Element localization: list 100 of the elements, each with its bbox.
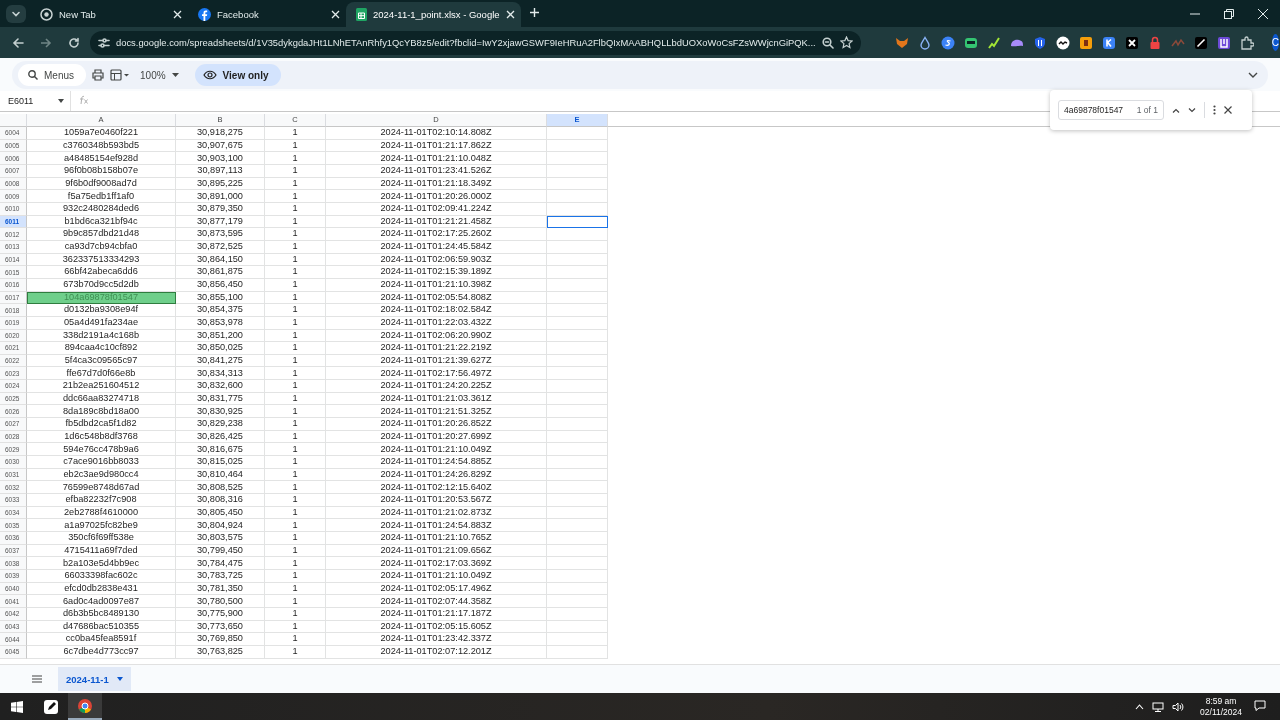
browser-tab[interactable]: New Tab [30, 2, 188, 27]
empty-cell [547, 456, 608, 469]
spreadsheet-icon[interactable] [356, 8, 367, 21]
globe-icon[interactable] [40, 8, 53, 21]
profile-avatar[interactable]: C [1271, 34, 1279, 51]
table-cell: 1 [265, 633, 326, 646]
search-icon[interactable] [28, 70, 38, 80]
bracket-icon[interactable] [1216, 35, 1231, 50]
browser-tab[interactable]: Facebook [188, 2, 346, 27]
table-cell: 2024-11-01T01:20:53.567Z [326, 494, 547, 507]
star-icon[interactable] [839, 36, 853, 49]
menu-icon[interactable] [32, 675, 42, 683]
table-cell: 30,799,450 [176, 544, 265, 558]
table-cell: 30,872,525 [176, 240, 265, 254]
browser-tab[interactable]: 2024-11-1_point.xlsx - Google [346, 2, 521, 27]
collapse-caret-icon[interactable] [1248, 72, 1258, 78]
table-cell: 2024-11-01T02:17:25.260Z [326, 228, 547, 241]
table-cell: 2024-11-01T02:05:54.808Z [326, 291, 547, 305]
empty-cell [547, 380, 608, 393]
table-cell: 2024-11-01T02:10:14.808Z [326, 127, 547, 140]
more-icon[interactable] [1213, 105, 1216, 115]
table-cell: 30,918,275 [176, 127, 265, 140]
table-cell: f5a75edb1ff1af0 [27, 190, 176, 203]
table-cell: 21b2ea251604512 [27, 380, 176, 393]
chevron-up-icon[interactable] [1135, 703, 1145, 710]
table-cell: 1 [265, 418, 326, 431]
table-cell: 1 [265, 532, 326, 545]
empty-cell [547, 582, 608, 596]
table-cell: 30,810,464 [176, 468, 265, 482]
table-cell: 1 [265, 456, 326, 469]
table-cell: 96f0b08b158b07e [27, 164, 176, 178]
table-cell: 30,895,225 [176, 177, 265, 191]
zoom-dropdown[interactable]: 100% [136, 69, 183, 81]
table-cell: 1 [265, 228, 326, 241]
table-cell: 2024-11-01T01:21:18.349Z [326, 177, 547, 191]
name-box[interactable]: E6011 [0, 91, 71, 111]
reload-icon[interactable] [68, 36, 80, 49]
facebook-icon[interactable] [198, 8, 211, 21]
chart-icon[interactable] [986, 35, 1001, 50]
swirl-icon[interactable] [940, 35, 955, 50]
puzzle-icon[interactable] [1239, 35, 1254, 50]
table-cell: 30,826,425 [176, 430, 265, 444]
table-cell: 1 [265, 392, 326, 406]
volume-icon[interactable] [1172, 701, 1185, 712]
fox-icon[interactable] [894, 35, 909, 50]
network-icon[interactable] [1152, 701, 1165, 712]
find-field[interactable]: 4a69878f01547 1 of 1 [1058, 100, 1164, 120]
table-cell: 30,897,113 [176, 164, 265, 178]
table-cell: 1 [265, 266, 326, 279]
pen-app-icon[interactable] [44, 699, 58, 714]
function-icon [79, 95, 89, 105]
table-cell: 2024-11-01T01:21:10.049Z [326, 443, 547, 457]
back-icon[interactable] [12, 36, 24, 49]
site-settings-icon[interactable] [98, 36, 110, 49]
view-only-button[interactable]: View only [194, 64, 281, 86]
table-cell: 1 [265, 595, 326, 608]
table-cell: 30,879,350 [176, 202, 265, 216]
up-icon[interactable] [1172, 107, 1180, 113]
empty-cell [547, 418, 608, 431]
sheet-tab[interactable]: 2024-11-1 [58, 667, 131, 691]
cross-icon[interactable] [1124, 35, 1139, 50]
empty-cell [547, 532, 608, 545]
selected-cell[interactable] [547, 215, 608, 229]
close-icon[interactable] [1224, 106, 1232, 114]
table-cell: 2024-11-01T01:24:26.829Z [326, 468, 547, 482]
table-cell: 30,832,600 [176, 380, 265, 393]
k-icon[interactable] [1101, 35, 1116, 50]
table-cell: c7ace9016bb8033 [27, 456, 176, 469]
table-cell: 05a4d491fa234ae [27, 316, 176, 330]
table-cell: 30,855,100 [176, 291, 265, 305]
shield-icon[interactable] [1032, 35, 1047, 50]
table-cell: d6b3b5bc8489130 [27, 607, 176, 621]
table-cell: 2024-11-01T02:12:15.640Z [326, 481, 547, 495]
print-icon[interactable] [92, 69, 104, 81]
format-dropdown-icon[interactable] [110, 69, 130, 81]
chrome-icon[interactable] [78, 698, 92, 713]
table-cell: 2024-11-01T01:24:45.584Z [326, 240, 547, 254]
wave-icon[interactable] [1055, 35, 1070, 50]
forward-icon [40, 36, 52, 49]
table-cell: 1 [265, 177, 326, 191]
table-cell: 30,781,350 [176, 582, 265, 596]
notification-icon[interactable] [1254, 700, 1266, 711]
table-cell: 362337513334293 [27, 253, 176, 267]
empty-cell [547, 190, 608, 203]
new-tab-icon[interactable] [528, 7, 540, 18]
square-icon[interactable] [1078, 35, 1093, 50]
table-cell: 2024-11-01T02:15:39.189Z [326, 266, 547, 279]
menus-search-button[interactable]: Menus [18, 64, 86, 86]
drop-icon[interactable] [917, 35, 932, 50]
table-cell: 2024-11-01T01:21:39.627Z [326, 354, 547, 368]
windows-icon[interactable] [11, 700, 23, 713]
table-cell: 30,805,450 [176, 506, 265, 520]
dropdown-icon[interactable] [11, 9, 21, 19]
down-icon[interactable] [1188, 107, 1196, 113]
table-cell: cc0ba45fea8591f [27, 633, 176, 646]
table-cell: 2024-11-01T02:05:15.605Z [326, 620, 547, 634]
table-cell: 30,891,000 [176, 190, 265, 203]
table-cell: 8da189c8bd18a00 [27, 405, 176, 419]
clock[interactable]: 8:59 am 02/11/2024 [1200, 696, 1242, 717]
zoom-icon[interactable] [821, 36, 834, 49]
